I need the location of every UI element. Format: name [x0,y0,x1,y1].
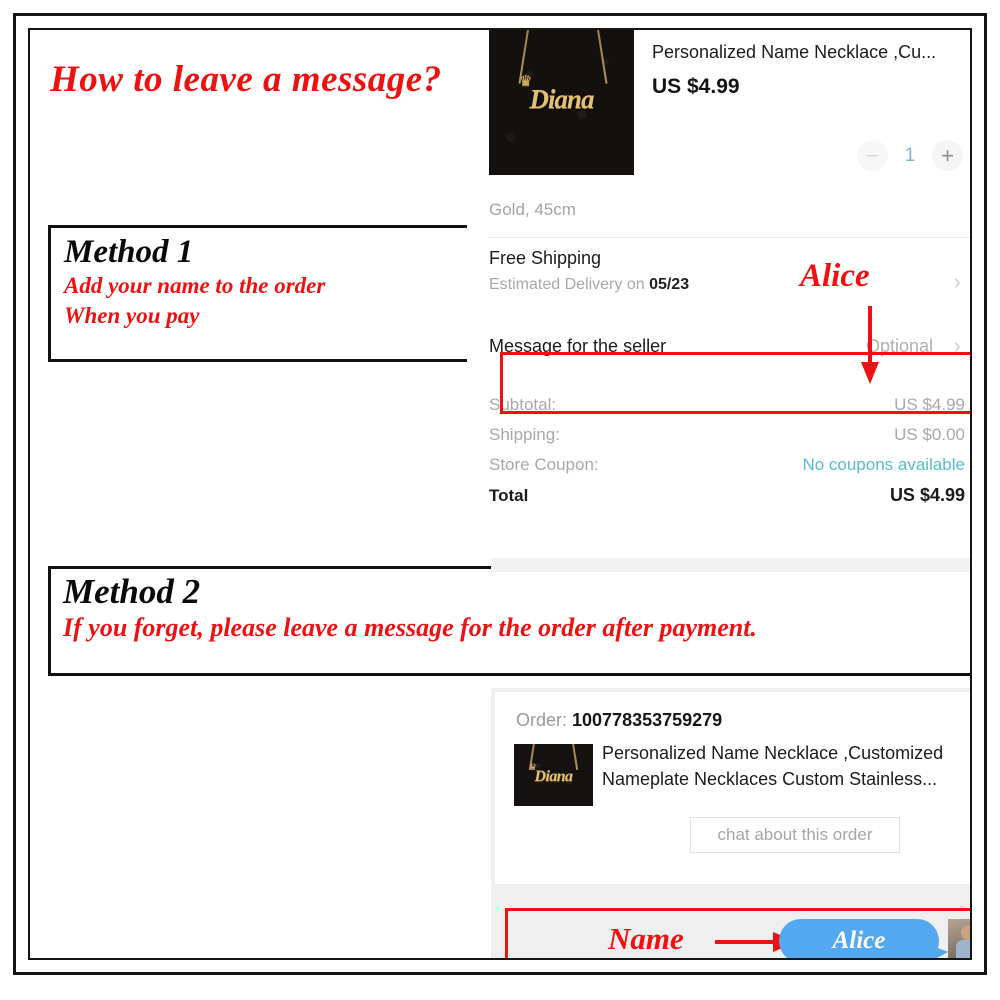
order-card: Order: 100778353759279 ♛ Diana Personali… [495,692,970,884]
checkout-panel: ♛ Diana Personalized Name Necklace ,Cu..… [467,30,970,547]
summary-row: Subtotal: US $4.99 [489,390,965,420]
necklace-name-text: Diana [534,768,574,785]
order-summary: Subtotal: US $4.99 Shipping: US $0.00 St… [489,390,965,511]
alice-annotation-label: Alice [800,258,870,294]
method-2-title: Method 2 [63,572,201,611]
avatar[interactable] [948,919,970,958]
method-1-box: Method 1 Add your name to the order When… [48,225,471,362]
summary-label: Store Coupon: [489,455,599,474]
quantity-stepper[interactable]: − 1 + [857,140,963,171]
avatar-head [961,925,970,941]
divider [489,237,970,238]
shipping-estimate-prefix: Estimated Delivery on [489,276,650,293]
product-variant: Gold, 45cm [489,200,576,219]
order-number-label: Order: [516,710,573,730]
chat-message-bubble[interactable]: Alice [779,919,939,958]
summary-value: US $0.00 [894,425,965,444]
chevron-right-icon[interactable]: › [954,335,961,357]
inner-frame: How to leave a message? Method 1 Add you… [28,28,972,960]
page-background-band [491,558,970,572]
shipping-title: Free Shipping [489,248,602,268]
summary-value[interactable]: No coupons available [802,455,965,475]
name-annotation-label: Name [608,921,684,956]
method-1-line-2: When you pay [64,303,200,329]
chat-about-this-order-button[interactable]: chat about this order [690,817,900,853]
summary-value: US $4.99 [894,395,965,414]
quantity-decrease-button[interactable]: − [857,140,888,171]
chevron-right-icon[interactable]: › [954,271,961,293]
summary-label: Subtotal: [489,395,557,414]
method-1-line-1: Add your name to the order [64,273,326,298]
page-title: How to leave a message? [50,59,442,100]
quantity-value: 1 [904,144,916,166]
summary-label: Shipping: [489,425,560,444]
chat-bubble-highlight-box: Name Alice [505,908,970,958]
summary-row: Shipping: US $0.00 [489,420,965,450]
chat-message-text: Alice [832,927,886,954]
method-2-box: Method 2 If you forget, please leave a m… [48,566,970,676]
shipping-estimate-date: 05/23 [649,276,690,293]
shipping-row[interactable]: Free Shipping Estimated Delivery on 05/2… [489,248,970,316]
quantity-increase-button[interactable]: + [932,140,963,171]
summary-label: Total [489,486,529,505]
avatar-body [956,940,970,958]
summary-row[interactable]: Store Coupon: No coupons available [489,450,965,480]
outer-frame: How to leave a message? Method 1 Add you… [13,13,987,975]
product-price: US $4.99 [652,75,740,98]
product-title: Personalized Name Necklace ,Cu... [652,42,937,62]
message-for-seller-label: Message for the seller [489,335,667,356]
order-number: Order: 100778353759279 [516,710,722,731]
order-number-value: 100778353759279 [572,710,723,730]
method-1-title: Method 1 [64,234,194,270]
necklace-name-text: Diana [529,84,594,114]
summary-value: US $4.99 [889,485,965,505]
message-for-seller-row[interactable]: Message for the seller Optional › [489,322,970,370]
necklace-chain-right [571,744,579,770]
method-2-line-1: If you forget, please leave a message fo… [63,613,757,642]
necklace-chain-right [596,30,608,84]
shipping-estimate: Estimated Delivery on 05/23 [489,276,970,294]
order-product-title: Personalized Name Necklace ,Customized N… [602,743,944,790]
product-thumbnail-image[interactable]: ♛ Diana [489,30,634,175]
down-arrow-icon [861,306,879,384]
summary-row-total: Total US $4.99 [489,480,965,511]
order-product-thumbnail[interactable]: ♛ Diana [514,744,593,806]
chat-bubble-tail [931,946,949,958]
